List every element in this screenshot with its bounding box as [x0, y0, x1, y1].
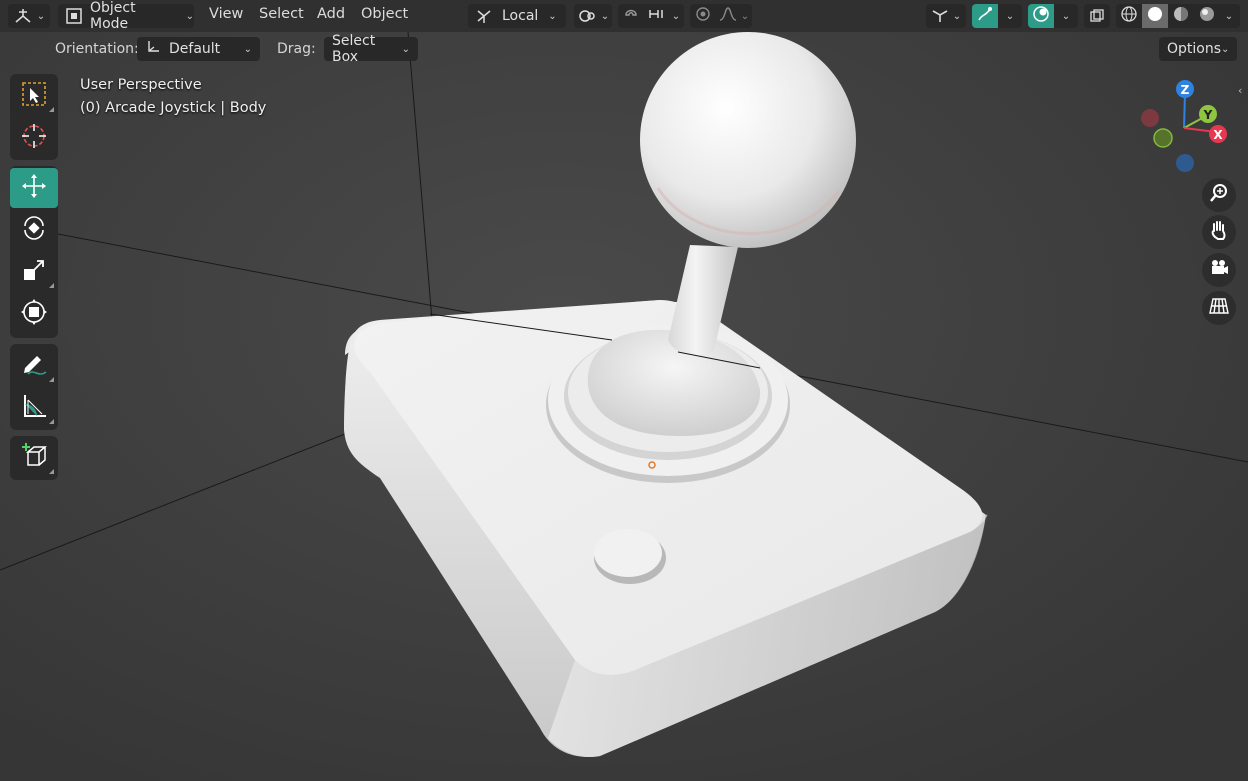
annotate-icon	[20, 350, 48, 382]
tool-scale[interactable]	[10, 252, 58, 292]
overlays-group: ⌄	[972, 4, 1022, 28]
drag-dropdown[interactable]: Select Box ⌄	[324, 33, 418, 65]
orientation-axis-icon	[145, 39, 161, 59]
camera-icon	[1208, 257, 1230, 283]
viewport-3d-icon	[13, 7, 33, 25]
toolbar-select-group	[10, 74, 58, 160]
move-icon	[20, 172, 48, 204]
add-cube-icon	[19, 441, 49, 475]
falloff-button[interactable]: ⌄	[716, 4, 752, 28]
snap-group: ⌄	[618, 4, 684, 28]
pivot-point-button[interactable]: ⌄	[574, 4, 612, 28]
proportional-edit-icon	[695, 6, 711, 26]
z-axis-label: Z	[1181, 83, 1190, 97]
sidebar-toggle-icon[interactable]: ‹	[1238, 84, 1242, 97]
tool-annotate[interactable]	[10, 346, 58, 386]
ortho-toggle-button[interactable]	[1202, 291, 1236, 325]
orientation-label: Orientation:	[55, 41, 139, 57]
shading-group: ⌄	[1116, 4, 1240, 28]
show-gizmo-icon	[931, 8, 949, 24]
menu-add[interactable]: Add	[317, 6, 345, 22]
orientation-dropdown[interactable]: Default ⌄	[137, 37, 260, 61]
pivot-point-icon	[577, 7, 597, 25]
zoom-icon	[1208, 182, 1230, 208]
shading-rendered-button[interactable]	[1194, 4, 1220, 28]
select-box-icon	[21, 81, 47, 111]
mode-selector[interactable]: Object Mode ⌄	[58, 0, 194, 32]
3d-viewport[interactable]: ⌄ Object Mode ⌄ View Select Add Object L…	[0, 0, 1248, 781]
xray-icon	[1089, 8, 1105, 24]
x-axis-label: X	[1213, 128, 1223, 142]
mode-label: Object Mode	[90, 0, 136, 32]
snap-target-button[interactable]: ⌄	[644, 4, 684, 28]
show-gizmo-button[interactable]: ⌄	[926, 4, 966, 28]
y-axis-label: Y	[1203, 108, 1213, 122]
camera-view-button[interactable]	[1202, 253, 1236, 287]
object-info: (0) Arcade Joystick | Body	[80, 100, 267, 116]
drag-label: Drag:	[277, 41, 316, 57]
editor-type-button[interactable]: ⌄	[8, 4, 50, 28]
proportional-edit-group: ⌄	[690, 4, 752, 28]
scene-render	[0, 31, 1248, 758]
toolbar-transform-group	[10, 166, 58, 338]
neg-y-handle	[1153, 128, 1173, 148]
wireframe-sphere-icon	[1120, 5, 1138, 27]
magnet-snap-icon	[622, 5, 640, 27]
grid-ortho-icon	[1208, 295, 1230, 321]
neg-z-handle	[1176, 154, 1194, 172]
shading-material-button[interactable]	[1168, 4, 1194, 28]
tool-select-box[interactable]	[10, 76, 58, 116]
scale-icon	[21, 257, 47, 287]
overlays-toggle[interactable]	[972, 4, 998, 28]
tool-add-cube[interactable]	[10, 438, 58, 478]
hand-pan-icon	[1208, 219, 1230, 245]
menu-object[interactable]: Object	[361, 6, 408, 22]
viewport-gizmo-icon	[1032, 5, 1050, 27]
rotate-icon	[20, 214, 48, 246]
gizmo-dropdown[interactable]: ⌄	[1054, 4, 1078, 28]
viewport-header: ⌄ Object Mode ⌄ View Select Add Object L…	[0, 0, 1248, 32]
rendered-sphere-icon	[1198, 5, 1216, 27]
tool-measure[interactable]	[10, 388, 58, 428]
tool-move[interactable]	[10, 168, 58, 208]
cursor-3d-icon	[20, 122, 48, 154]
transform-orientation-dropdown[interactable]: Local ⌄	[468, 4, 566, 28]
xray-toggle[interactable]	[1084, 4, 1110, 28]
menu-select[interactable]: Select	[259, 6, 304, 22]
tool-transform[interactable]	[10, 294, 58, 334]
snap-increment-icon	[648, 7, 668, 25]
measure-icon	[20, 392, 48, 424]
pan-button[interactable]	[1202, 215, 1236, 249]
gizmo-toggle[interactable]	[1028, 4, 1054, 28]
gizmo-group: ⌄	[1028, 4, 1078, 28]
zoom-button[interactable]	[1202, 178, 1236, 212]
neg-x-handle	[1141, 109, 1159, 127]
toolbar-annotate-group	[10, 344, 58, 430]
falloff-curve-icon	[719, 7, 737, 25]
tool-cursor[interactable]	[10, 118, 58, 158]
tool-settings-bar: Orientation: Default ⌄ Drag: Select Box …	[0, 33, 1248, 65]
menu-view[interactable]: View	[209, 6, 243, 22]
proportional-edit-toggle[interactable]	[690, 4, 716, 28]
view-name: User Perspective	[80, 77, 202, 93]
object-mode-icon	[64, 6, 84, 26]
overlays-icon	[976, 5, 994, 27]
material-sphere-icon	[1172, 5, 1190, 27]
overlays-dropdown[interactable]: ⌄	[998, 4, 1022, 28]
toolbar-add-group	[10, 436, 58, 480]
navigation-gizmo[interactable]: Z Y X	[1130, 72, 1240, 182]
shading-wireframe-button[interactable]	[1116, 4, 1142, 28]
solid-sphere-icon	[1146, 5, 1164, 27]
grid-line	[407, 31, 433, 321]
shading-solid-button[interactable]	[1142, 4, 1168, 28]
shading-dropdown[interactable]: ⌄	[1218, 4, 1240, 28]
options-dropdown[interactable]: Options ⌄	[1159, 37, 1237, 61]
orientation-label: Local	[502, 8, 539, 24]
snap-toggle[interactable]	[618, 4, 644, 28]
transform-icon	[20, 298, 48, 330]
tool-rotate[interactable]	[10, 210, 58, 250]
local-orientation-icon	[474, 7, 494, 25]
